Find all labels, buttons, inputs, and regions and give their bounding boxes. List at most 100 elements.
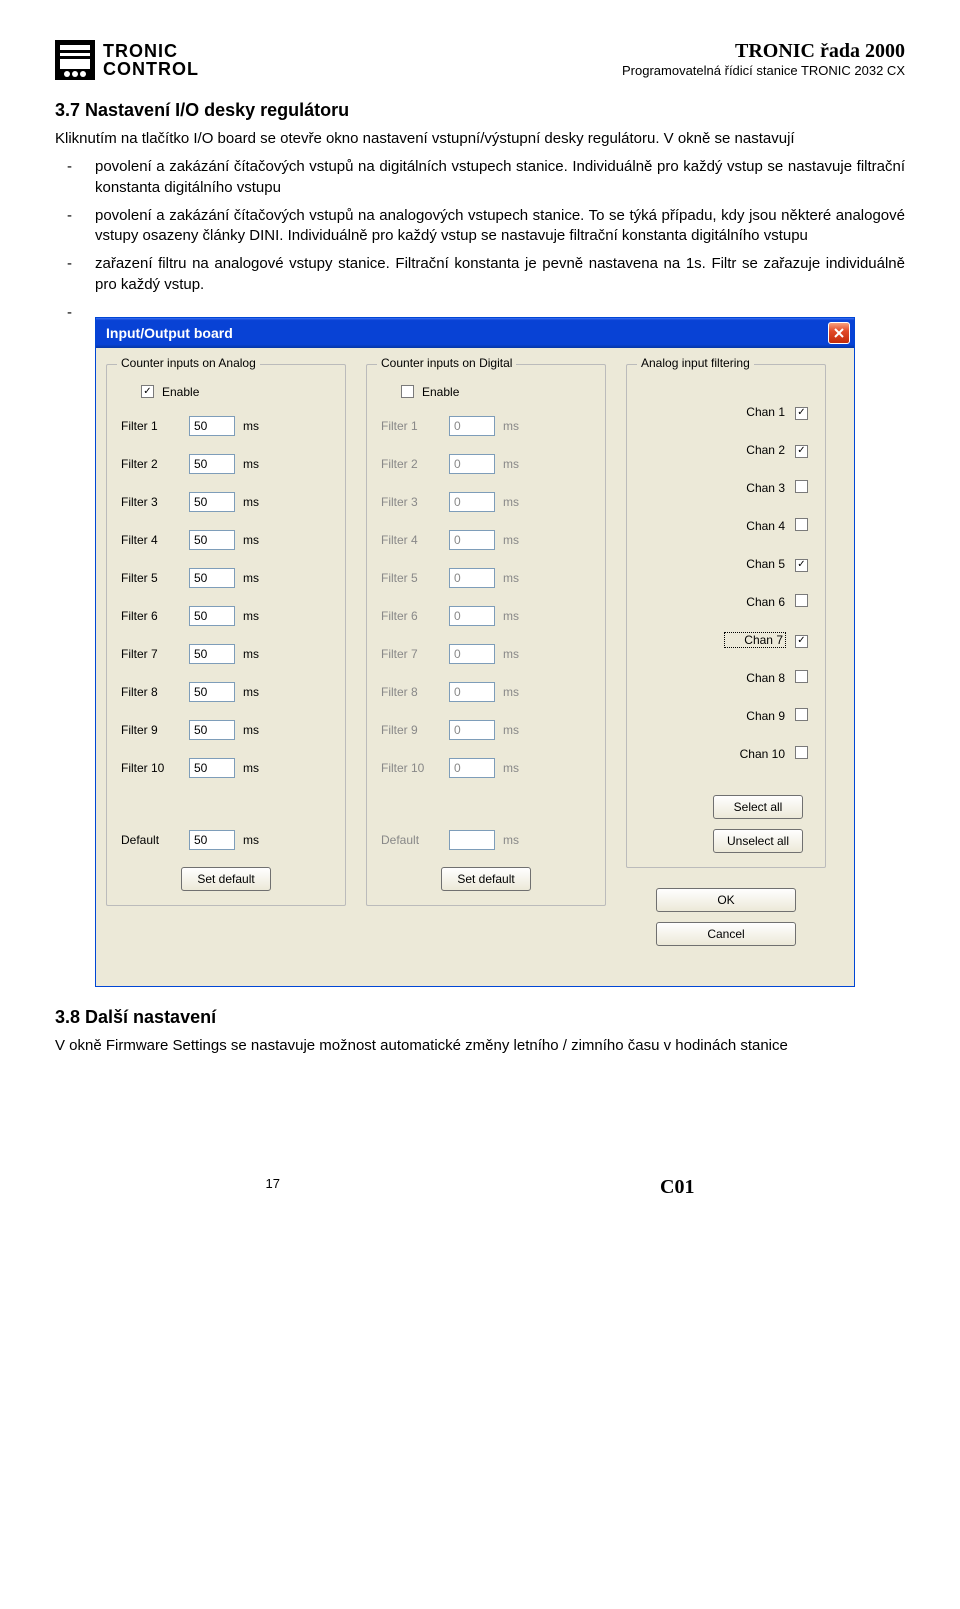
- section-3-7-title: 3.7 Nastavení I/O desky regulátoru: [55, 100, 905, 121]
- digital-filter-label: Filter 3: [381, 495, 441, 509]
- bullet-3: zařazení filtru na analogové vstupy stan…: [95, 254, 905, 295]
- analog-filter-label: Filter 7: [121, 647, 181, 661]
- logo-text-1: TRONIC: [103, 42, 199, 60]
- bullet-2: povolení a zakázání čítačových vstupů na…: [95, 206, 905, 247]
- group-counter-analog: Counter inputs on Analog Enable Filter 1…: [106, 364, 346, 906]
- analog-filter-input-9[interactable]: [189, 720, 235, 740]
- analog-filter-label: Filter 2: [121, 457, 181, 471]
- logo: TRONIC CONTROL: [55, 40, 199, 80]
- chan-checkbox-4[interactable]: [795, 518, 808, 531]
- analog-filter-label: Filter 8: [121, 685, 181, 699]
- digital-filter-input-1[interactable]: [449, 416, 495, 436]
- dialog-title: Input/Output board: [106, 325, 233, 341]
- digital-default-input[interactable]: [449, 830, 495, 850]
- digital-set-default-button[interactable]: Set default: [441, 867, 531, 891]
- section-3-8-title: 3.8 Další nastavení: [55, 1007, 905, 1028]
- analog-default-input[interactable]: [189, 830, 235, 850]
- digital-filter-label: Filter 5: [381, 571, 441, 585]
- analog-filter-input-1[interactable]: [189, 416, 235, 436]
- unit-ms: ms: [243, 533, 263, 547]
- analog-filter-label: Filter 6: [121, 609, 181, 623]
- analog-filter-input-6[interactable]: [189, 606, 235, 626]
- digital-filter-input-6[interactable]: [449, 606, 495, 626]
- digital-filter-input-4[interactable]: [449, 530, 495, 550]
- chan-checkbox-3[interactable]: [795, 480, 808, 493]
- digital-filter-label: Filter 4: [381, 533, 441, 547]
- chan-checkbox-5[interactable]: [795, 559, 808, 572]
- cancel-button[interactable]: Cancel: [656, 922, 796, 946]
- digital-filter-label: Filter 6: [381, 609, 441, 623]
- chan-label-8: Chan 8: [725, 671, 785, 685]
- unit-ms: ms: [243, 495, 263, 509]
- group-filter-legend: Analog input filtering: [637, 356, 754, 370]
- analog-filter-input-2[interactable]: [189, 454, 235, 474]
- unselect-all-button[interactable]: Unselect all: [713, 829, 803, 853]
- chan-label-5: Chan 5: [725, 557, 785, 571]
- io-board-dialog: Input/Output board Counter inputs on Ana…: [95, 317, 855, 987]
- digital-filter-input-5[interactable]: [449, 568, 495, 588]
- unit-ms: ms: [243, 457, 263, 471]
- group-counter-digital: Counter inputs on Digital Enable Filter …: [366, 364, 606, 906]
- chan-checkbox-6[interactable]: [795, 594, 808, 607]
- unit-ms: ms: [503, 419, 523, 433]
- unit-ms: ms: [503, 609, 523, 623]
- unit-ms: ms: [503, 495, 523, 509]
- select-all-button[interactable]: Select all: [713, 795, 803, 819]
- chan-checkbox-10[interactable]: [795, 746, 808, 759]
- chan-label-1: Chan 1: [725, 405, 785, 419]
- bullet-empty: [95, 303, 905, 307]
- chan-checkbox-9[interactable]: [795, 708, 808, 721]
- digital-filter-label: Filter 1: [381, 419, 441, 433]
- chan-checkbox-1[interactable]: [795, 407, 808, 420]
- logo-text-2: CONTROL: [103, 60, 199, 78]
- digital-enable-label: Enable: [422, 385, 459, 399]
- group-analog-filtering: Analog input filtering Chan 1Chan 2Chan …: [626, 364, 826, 868]
- digital-filter-input-10[interactable]: [449, 758, 495, 778]
- analog-filter-label: Filter 5: [121, 571, 181, 585]
- digital-filter-input-9[interactable]: [449, 720, 495, 740]
- analog-enable-checkbox[interactable]: [141, 385, 154, 398]
- analog-filter-input-7[interactable]: [189, 644, 235, 664]
- close-icon[interactable]: [828, 322, 850, 344]
- digital-filter-input-7[interactable]: [449, 644, 495, 664]
- chan-label-9: Chan 9: [725, 709, 785, 723]
- digital-enable-checkbox[interactable]: [401, 385, 414, 398]
- analog-filter-input-4[interactable]: [189, 530, 235, 550]
- unit-ms: ms: [243, 419, 263, 433]
- series-title: TRONIC řada 2000: [622, 40, 905, 63]
- digital-filter-input-3[interactable]: [449, 492, 495, 512]
- digital-filter-input-2[interactable]: [449, 454, 495, 474]
- dialog-titlebar[interactable]: Input/Output board: [96, 318, 854, 348]
- unit-ms: ms: [503, 685, 523, 699]
- analog-filter-input-10[interactable]: [189, 758, 235, 778]
- section-3-7-list: povolení a zakázání čítačových vstupů na…: [55, 157, 905, 307]
- chan-label-4: Chan 4: [725, 519, 785, 533]
- series-subtitle: Programovatelná řídicí stanice TRONIC 20…: [622, 63, 905, 78]
- digital-filter-label: Filter 8: [381, 685, 441, 699]
- analog-filter-label: Filter 4: [121, 533, 181, 547]
- analog-set-default-button[interactable]: Set default: [181, 867, 271, 891]
- analog-filter-input-3[interactable]: [189, 492, 235, 512]
- ok-button[interactable]: OK: [656, 888, 796, 912]
- digital-filter-input-8[interactable]: [449, 682, 495, 702]
- unit-ms: ms: [503, 571, 523, 585]
- analog-filter-input-5[interactable]: [189, 568, 235, 588]
- chan-checkbox-2[interactable]: [795, 445, 808, 458]
- chan-checkbox-7[interactable]: [795, 635, 808, 648]
- group-analog-legend: Counter inputs on Analog: [117, 356, 260, 370]
- unit-ms: ms: [243, 761, 263, 775]
- chan-label-10: Chan 10: [725, 747, 785, 761]
- chan-checkbox-8[interactable]: [795, 670, 808, 683]
- unit-ms: ms: [243, 609, 263, 623]
- analog-filter-input-8[interactable]: [189, 682, 235, 702]
- unit-ms: ms: [503, 647, 523, 661]
- unit-ms: ms: [243, 685, 263, 699]
- section-3-7-intro: Kliknutím na tlačítko I/O board se otevř…: [55, 129, 905, 149]
- page-footer: 17 C01: [55, 1176, 905, 1199]
- unit-ms: ms: [503, 723, 523, 737]
- analog-default-label: Default: [121, 833, 181, 847]
- page-header: TRONIC CONTROL TRONIC řada 2000 Programo…: [55, 40, 905, 80]
- unit-ms: ms: [503, 761, 523, 775]
- unit-ms: ms: [503, 833, 523, 847]
- analog-filter-label: Filter 10: [121, 761, 181, 775]
